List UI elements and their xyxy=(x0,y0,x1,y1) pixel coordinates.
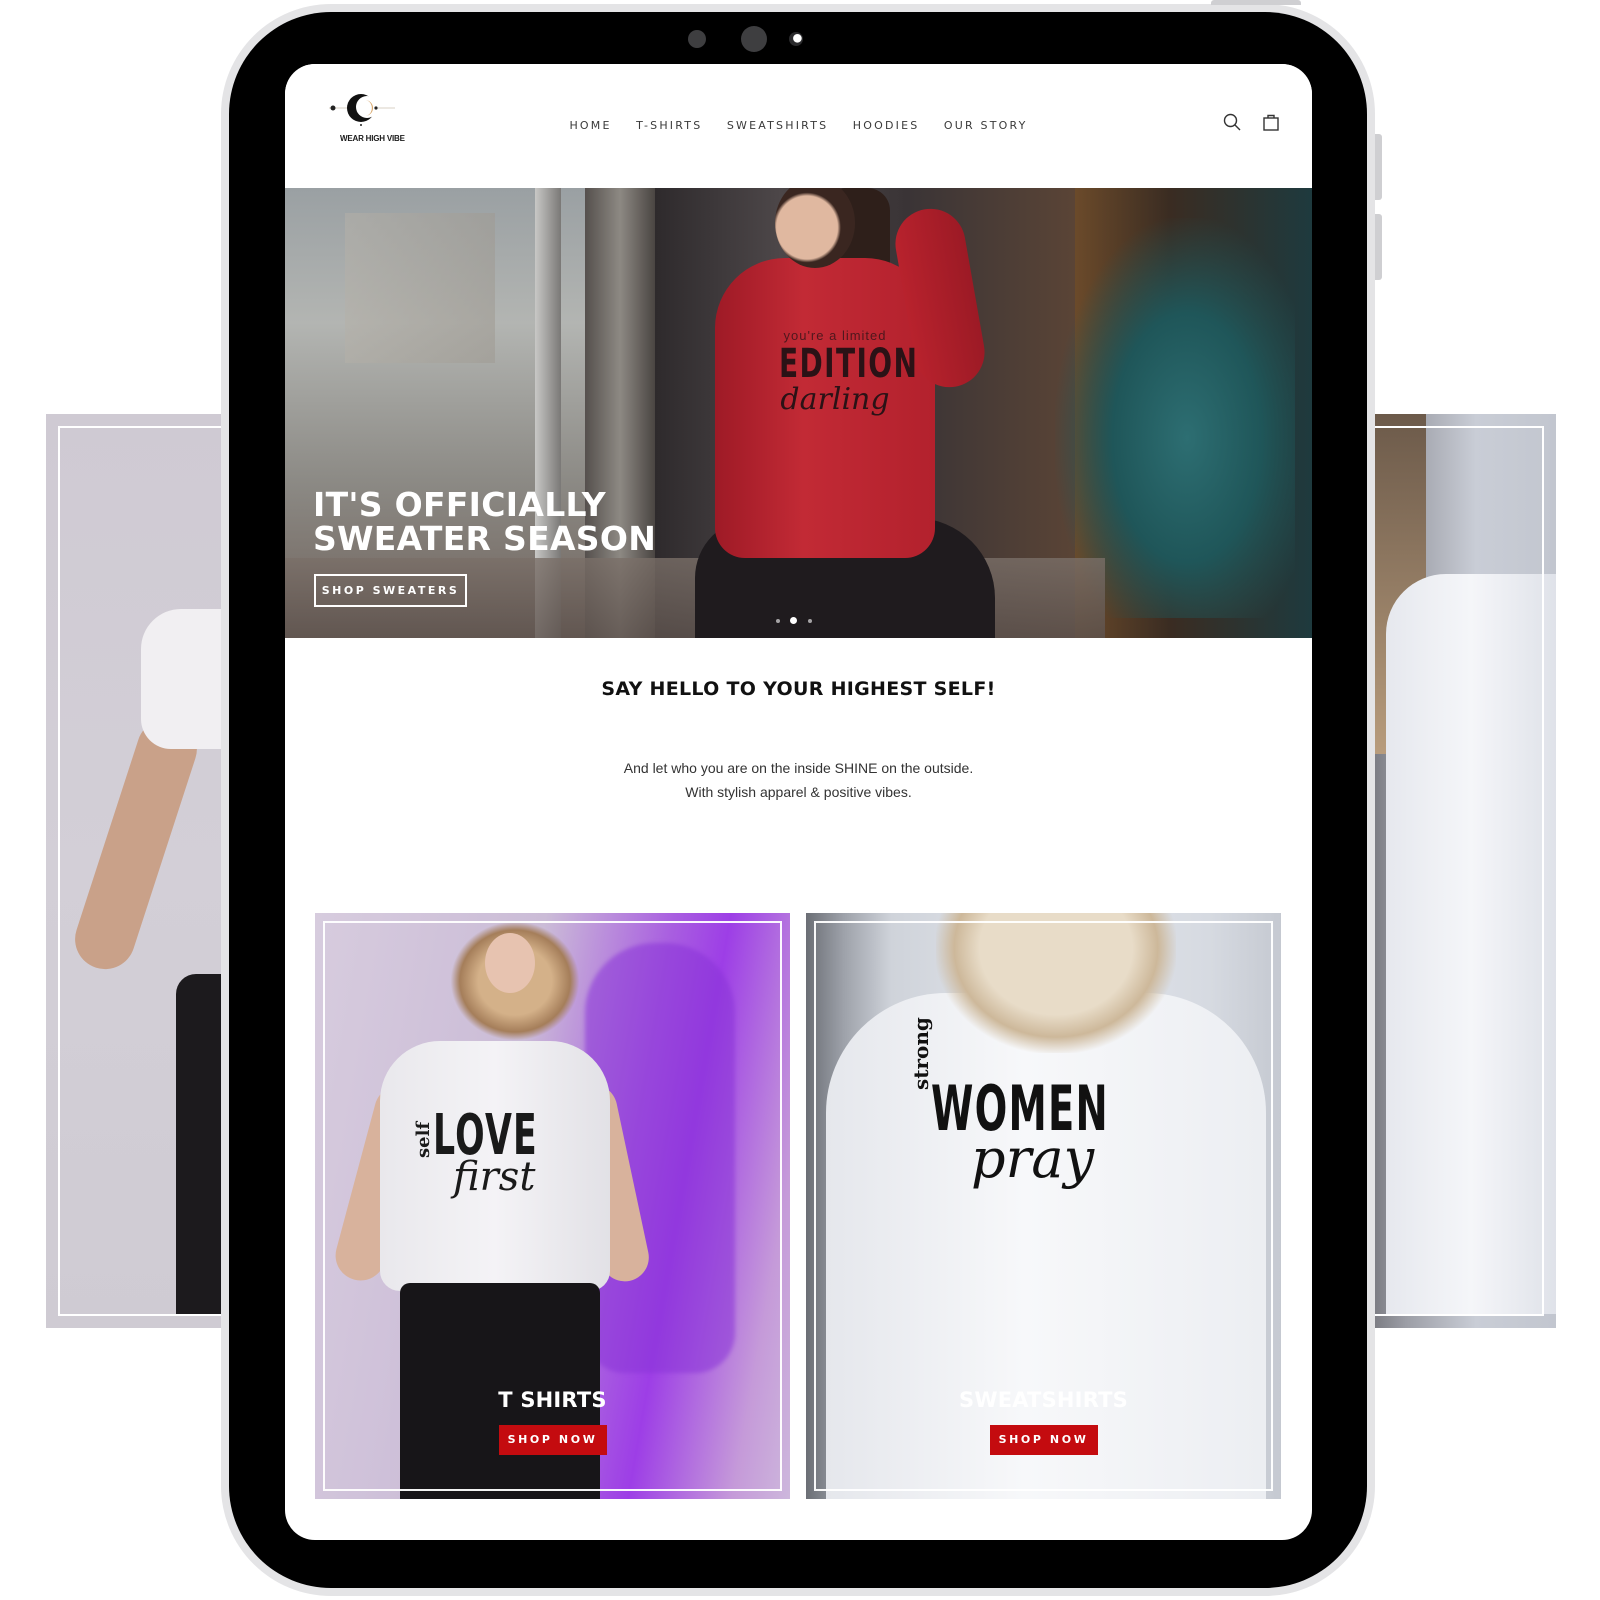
print-side-text: strong xyxy=(909,1017,933,1090)
sensor-icon xyxy=(688,30,706,48)
model-hair xyxy=(936,913,1176,1053)
print-big-text: WOMEN xyxy=(931,1072,1109,1145)
tshirt-print: self LOVE first xyxy=(413,1103,602,1198)
slide-dot-3[interactable] xyxy=(807,618,812,623)
intro-heading: SAY HELLO TO YOUR HIGHEST SELF! xyxy=(601,678,996,700)
intro-line-2: With stylish apparel & positive vibes. xyxy=(685,784,912,800)
site-header: WEAR HIGH VIBE HOME T-SHIRTS SWEATSHIRTS… xyxy=(285,64,1312,188)
hero-title-line-1: IT'S OFFICIALLY xyxy=(313,485,606,524)
shop-now-button[interactable]: SHOP NOW xyxy=(989,1425,1098,1455)
intro-text: And let who you are on the inside SHINE … xyxy=(285,756,1312,804)
volume-down-button xyxy=(1375,214,1382,280)
hero-sweater-print: you're a limited EDITION darling xyxy=(755,328,919,417)
print-big-text: EDITION xyxy=(779,341,919,387)
hero-title: IT'S OFFICIALLY SWEATER SEASON xyxy=(313,488,656,556)
background-panel-left xyxy=(46,414,276,1328)
website-screen: WEAR HIGH VIBE HOME T-SHIRTS SWEATSHIRTS… xyxy=(285,64,1312,1540)
nav-home[interactable]: HOME xyxy=(569,119,611,132)
slideshow-dots xyxy=(773,612,815,630)
background-panel-right xyxy=(1336,414,1556,1328)
slide-dot-1[interactable] xyxy=(776,618,780,623)
shop-sweaters-button[interactable]: SHOP SWEATERS xyxy=(314,574,467,607)
sweatshirt-print: strong WOMEN pray xyxy=(909,1017,1218,1185)
power-button xyxy=(1211,0,1301,5)
nav-hoodies[interactable]: HOODIES xyxy=(853,119,920,132)
intro-line-1: And let who you are on the inside SHINE … xyxy=(623,760,974,776)
slide-dot-2[interactable] xyxy=(790,617,798,625)
logo-text: WEAR HIGH VIBE xyxy=(340,134,405,143)
category-title: SWEATSHIRTS xyxy=(959,1388,1128,1412)
camera-icon xyxy=(741,26,767,52)
volume-up-button xyxy=(1375,134,1382,200)
nav-our-story[interactable]: OUR STORY xyxy=(944,119,1028,132)
shopping-bag-icon[interactable] xyxy=(1261,112,1281,132)
camera-lens-icon xyxy=(789,32,803,46)
model-sweatshirt xyxy=(826,993,1266,1499)
nav-t-shirts[interactable]: T-SHIRTS xyxy=(636,119,702,132)
hero-building-image xyxy=(345,213,495,363)
category-title: T SHIRTS xyxy=(498,1388,607,1412)
category-card-tshirts[interactable]: self LOVE first T SHIRTS SHOP NOW xyxy=(315,913,790,1499)
shop-now-button[interactable]: SHOP NOW xyxy=(498,1425,607,1455)
hero-slideshow: you're a limited EDITION darling IT'S OF… xyxy=(285,188,1312,638)
search-icon[interactable] xyxy=(1222,112,1242,132)
print-side-text: self xyxy=(413,1121,434,1158)
category-card-sweatshirts[interactable]: strong WOMEN pray SWEATSHIRTS SHOP NOW xyxy=(806,913,1281,1499)
model-face xyxy=(485,933,535,993)
hero-title-line-2: SWEATER SEASON xyxy=(313,519,657,558)
nav-sweatshirts[interactable]: SWEATSHIRTS xyxy=(727,119,828,132)
main-nav: HOME T-SHIRTS SWEATSHIRTS HOODIES OUR ST… xyxy=(285,116,1312,134)
print-script-text: darling xyxy=(780,382,890,417)
print-big-text: LOVE xyxy=(433,1103,539,1168)
